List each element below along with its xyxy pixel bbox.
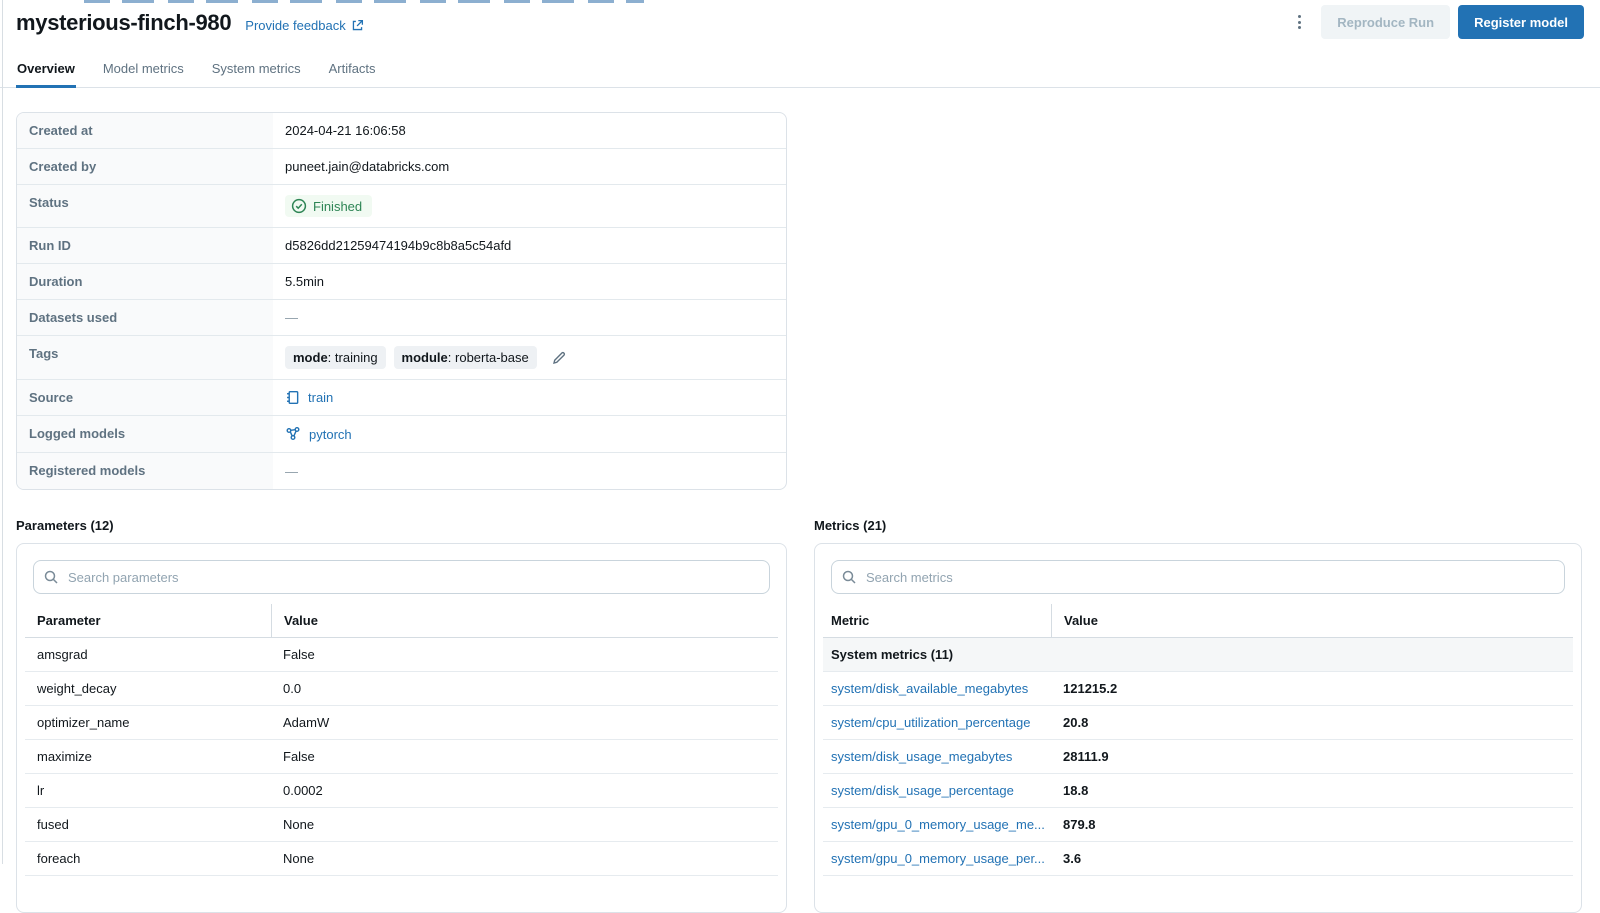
table-row: Created at 2024-04-21 16:06:58 [17, 113, 786, 149]
metric-link[interactable]: system/gpu_0_memory_usage_me... [831, 817, 1045, 832]
column-header-value: Value [271, 604, 778, 637]
column-header-value: Value [1051, 604, 1573, 637]
table-row: lr 0.0002 [25, 774, 778, 808]
metrics-group-header: System metrics (11) [823, 638, 1573, 672]
created-by-value: puneet.jain@databricks.com [273, 149, 786, 184]
table-row: optimizer_name AdamW [25, 706, 778, 740]
table-row: weight_decay 0.0 [25, 672, 778, 706]
table-row: Duration 5.5min [17, 264, 786, 300]
search-icon [841, 569, 857, 585]
layout-left-divider [2, 0, 3, 864]
table-row: Status Finished [17, 185, 786, 228]
search-icon [43, 569, 59, 585]
parameters-section-title: Parameters (12) [16, 518, 787, 533]
metric-link[interactable]: system/cpu_utilization_percentage [831, 715, 1030, 730]
search-parameters-input[interactable] [33, 560, 770, 594]
model-icon [285, 426, 301, 442]
metric-link[interactable]: system/disk_available_megabytes [831, 681, 1028, 696]
table-row: system/disk_usage_percentage 18.8 [823, 774, 1573, 808]
registered-models-value: — [273, 453, 786, 489]
table-row: system/cpu_utilization_percentage 20.8 [823, 706, 1573, 740]
register-model-button[interactable]: Register model [1458, 5, 1584, 39]
row-label: Run ID [17, 228, 273, 263]
run-overview-table: Created at 2024-04-21 16:06:58 Created b… [16, 112, 787, 490]
table-row: maximize False [25, 740, 778, 774]
metrics-section-title: Metrics (21) [814, 518, 1582, 533]
notebook-icon [285, 390, 300, 405]
row-label: Registered models [17, 453, 273, 489]
datasets-used-value: — [273, 300, 786, 335]
table-row: Run ID d5826dd21259474194b9c8b8a5c54afd [17, 228, 786, 264]
reproduce-run-button[interactable]: Reproduce Run [1321, 5, 1450, 39]
run-id-value: d5826dd21259474194b9c8b8a5c54afd [273, 228, 786, 263]
table-row: Source train [17, 380, 786, 416]
column-header-parameter: Parameter [25, 613, 271, 628]
edit-tags-button[interactable] [551, 350, 567, 366]
source-link[interactable]: train [308, 390, 333, 405]
tag-module: module: roberta-base [394, 346, 537, 369]
edit-pencil-icon [551, 350, 567, 366]
search-metrics-input[interactable] [831, 560, 1565, 594]
run-tabs: Overview Model metrics System metrics Ar… [0, 52, 1600, 88]
table-row: Datasets used — [17, 300, 786, 336]
table-row: system/disk_usage_megabytes 28111.9 [823, 740, 1573, 774]
parameters-panel: Parameter Value amsgrad False weight_dec… [16, 543, 787, 913]
provide-feedback-link[interactable]: Provide feedback [245, 18, 363, 33]
tab-overview[interactable]: Overview [16, 52, 76, 88]
check-circle-icon [291, 198, 307, 214]
metrics-table-header: Metric Value [823, 604, 1573, 638]
table-row: system/gpu_0_memory_usage_me... 879.8 [823, 808, 1573, 842]
row-label: Status [17, 185, 273, 227]
status-badge: Finished [285, 195, 372, 217]
logged-model-link[interactable]: pytorch [309, 427, 352, 442]
tab-system-metrics[interactable]: System metrics [211, 52, 302, 88]
parameters-table-header: Parameter Value [25, 604, 778, 638]
duration-value: 5.5min [273, 264, 786, 299]
metrics-panel: Metric Value System metrics (11) system/… [814, 543, 1582, 913]
row-label: Duration [17, 264, 273, 299]
table-row: Logged models pytorch [17, 416, 786, 453]
row-label: Logged models [17, 416, 273, 452]
table-row: Registered models — [17, 453, 786, 489]
tab-model-metrics[interactable]: Model metrics [102, 52, 185, 88]
external-link-icon [351, 19, 364, 32]
row-label: Datasets used [17, 300, 273, 335]
tab-artifacts[interactable]: Artifacts [328, 52, 377, 88]
row-label: Created at [17, 113, 273, 148]
column-header-metric: Metric [823, 613, 1051, 628]
table-row: system/disk_available_megabytes 121215.2 [823, 672, 1573, 706]
metric-link[interactable]: system/disk_usage_megabytes [831, 749, 1012, 764]
metric-link[interactable]: system/disk_usage_percentage [831, 783, 1014, 798]
table-row: foreach None [25, 842, 778, 876]
provide-feedback-label: Provide feedback [245, 18, 345, 33]
tag-mode: mode: training [285, 346, 386, 369]
created-at-value: 2024-04-21 16:06:58 [273, 113, 786, 148]
table-row: Created by puneet.jain@databricks.com [17, 149, 786, 185]
run-header: mysterious-finch-980 Provide feedback Re… [0, 0, 1600, 36]
row-label: Source [17, 380, 273, 415]
table-row: system/gpu_0_memory_usage_per... 3.6 [823, 842, 1573, 876]
table-row: fused None [25, 808, 778, 842]
page-title: mysterious-finch-980 [16, 10, 231, 36]
status-text: Finished [313, 199, 362, 214]
row-label: Created by [17, 149, 273, 184]
more-menu-icon[interactable] [1285, 5, 1313, 39]
table-row: Tags mode: training module: roberta-base [17, 336, 786, 380]
row-label: Tags [17, 336, 273, 379]
table-row: amsgrad False [25, 638, 778, 672]
